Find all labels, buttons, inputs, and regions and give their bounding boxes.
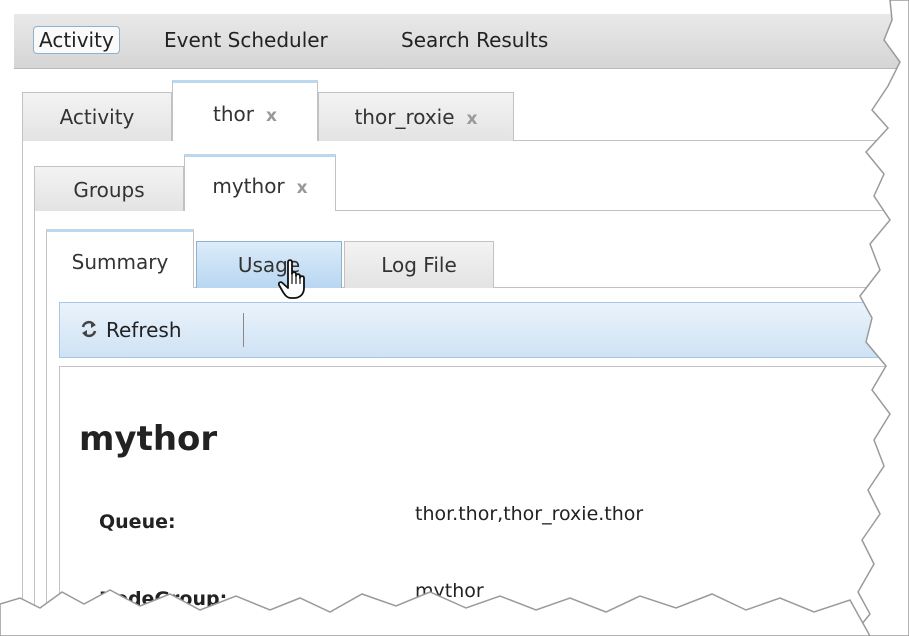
app-window: Activity Event Scheduler Search Results … [0,0,909,636]
torn-edge-decoration [0,0,909,636]
